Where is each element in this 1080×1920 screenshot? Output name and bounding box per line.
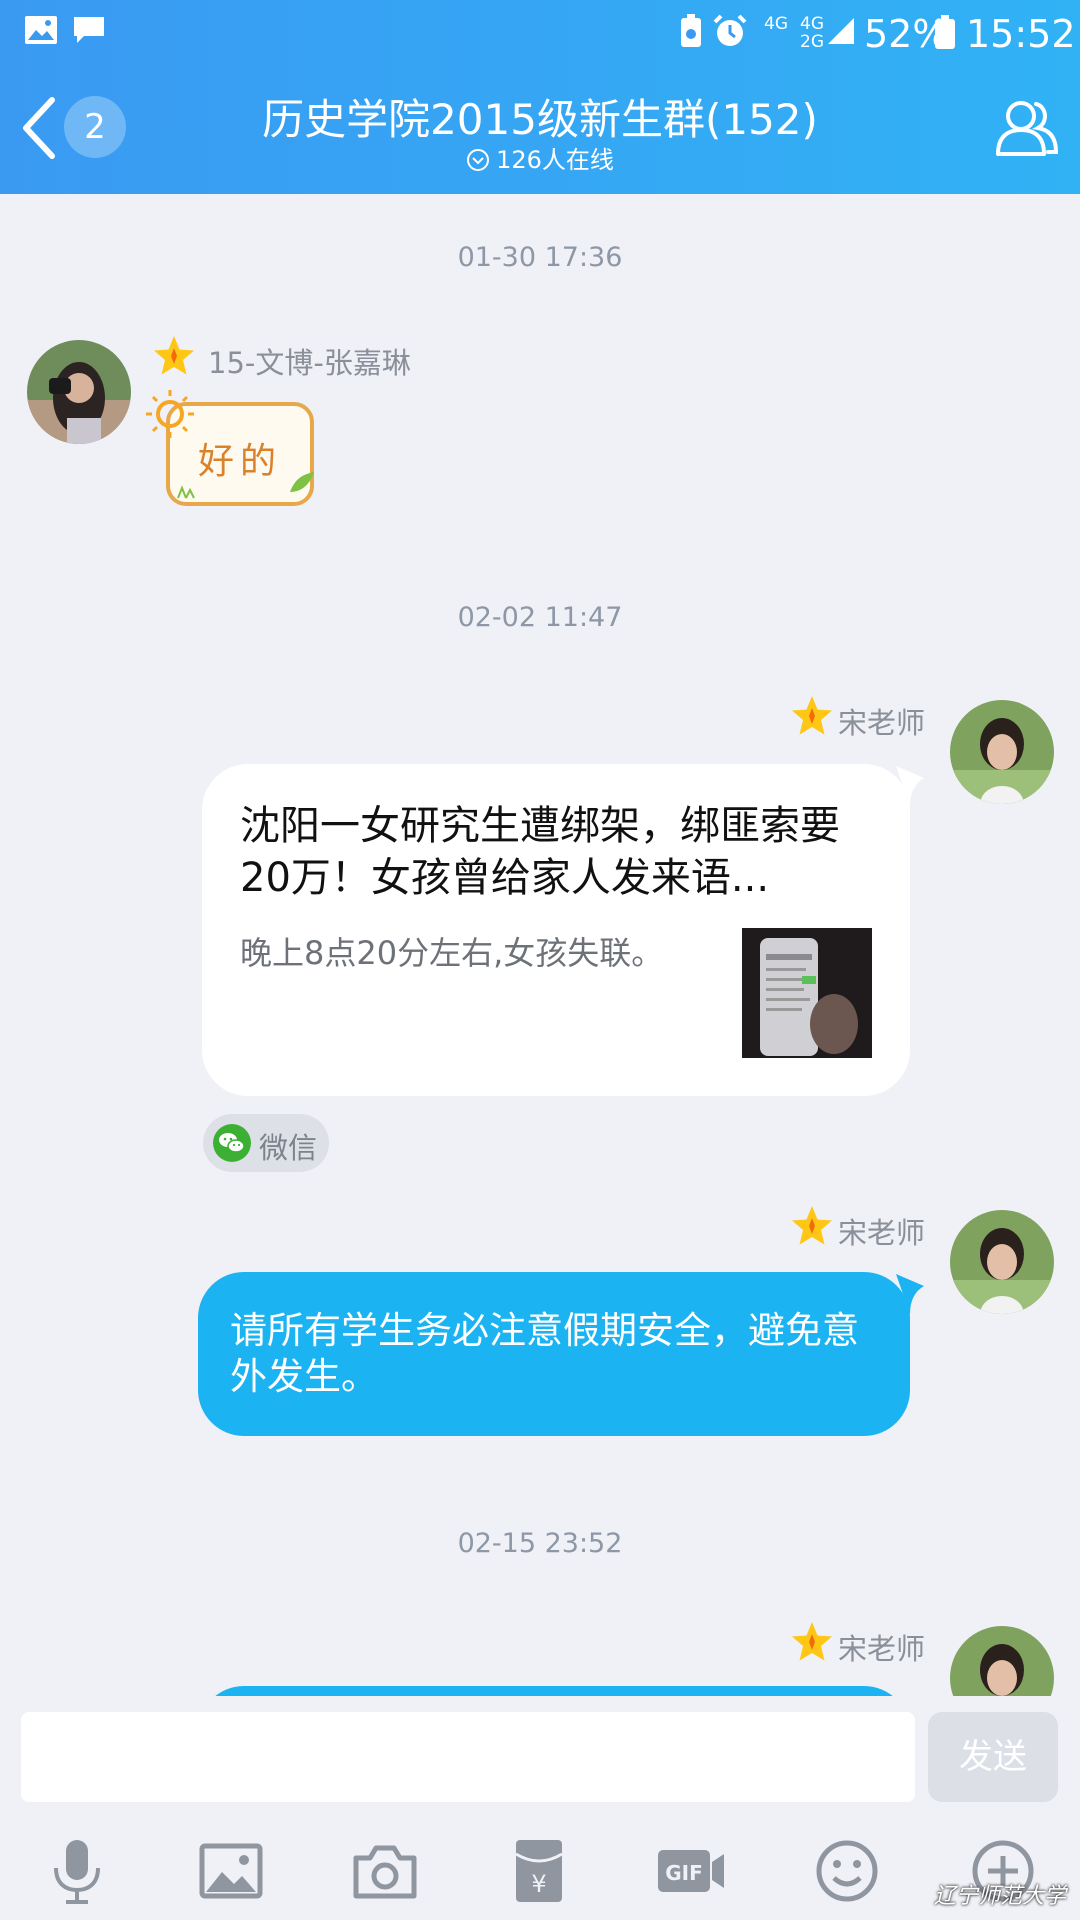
network-4g2g-top: 4G bbox=[800, 14, 824, 34]
avatar[interactable] bbox=[950, 1626, 1054, 1696]
source-tag[interactable]: 微信 bbox=[203, 1114, 329, 1172]
avatar[interactable] bbox=[27, 340, 131, 444]
message-text: 请所有学生务必注意假期安全，避免意外发生。 bbox=[230, 1309, 859, 1398]
bubble-tail bbox=[896, 766, 924, 806]
star-icon bbox=[792, 1206, 832, 1245]
message-input[interactable] bbox=[21, 1712, 915, 1802]
input-area: 发送 ¥ GIF 辽宁师范大学 bbox=[0, 1696, 1080, 1920]
sticker-text: 好的 bbox=[198, 441, 283, 482]
sender-name[interactable]: 宋老师 bbox=[838, 1626, 925, 1668]
gif-icon[interactable]: GIF bbox=[656, 1836, 726, 1906]
sender-name[interactable]: 宋老师 bbox=[838, 1210, 925, 1252]
news-card-summary: 晚上8点20分左右,女孩失联。 bbox=[240, 934, 664, 972]
red-packet-icon[interactable]: ¥ bbox=[504, 1836, 574, 1906]
bubble-tail bbox=[896, 1274, 924, 1314]
message-bubble[interactable] bbox=[198, 1686, 910, 1696]
network-4g-label: 4G bbox=[764, 14, 788, 34]
battery-saver-icon bbox=[681, 14, 701, 47]
battery-icon bbox=[935, 15, 955, 49]
timestamp: 02-02 11:47 bbox=[457, 602, 623, 633]
message-icon bbox=[74, 17, 104, 43]
camera-icon[interactable] bbox=[350, 1836, 420, 1906]
star-icon bbox=[154, 336, 194, 375]
profile-icon[interactable] bbox=[994, 96, 1060, 162]
sticker[interactable]: 好的 bbox=[142, 388, 322, 512]
online-count[interactable]: 126人在线 bbox=[360, 140, 720, 178]
news-card-title: 沈阳一女研究生遭绑架，绑匪索要20万！女孩曾给家人发来语... bbox=[240, 803, 840, 901]
send-button[interactable]: 发送 bbox=[928, 1712, 1058, 1802]
unread-badge[interactable]: 2 bbox=[64, 96, 126, 158]
clock: 15:52 bbox=[966, 12, 1076, 56]
sender-name[interactable]: 15-文博-张嘉琳 bbox=[208, 340, 411, 382]
alarm-icon bbox=[713, 14, 747, 46]
star-icon bbox=[792, 696, 832, 735]
group-title[interactable]: 历史学院2015级新生群(152) bbox=[160, 86, 920, 147]
bubble-clip bbox=[198, 1686, 928, 1696]
news-card-thumbnail bbox=[742, 928, 872, 1058]
avatar[interactable] bbox=[950, 1210, 1054, 1314]
svg-text:¥: ¥ bbox=[531, 1870, 546, 1898]
mic-icon[interactable] bbox=[42, 1836, 112, 1906]
sender-name[interactable]: 宋老师 bbox=[838, 700, 925, 742]
svg-text:GIF: GIF bbox=[665, 1861, 703, 1885]
star-icon bbox=[792, 1622, 832, 1661]
gallery-icon bbox=[25, 16, 57, 44]
watermark: 辽宁师范大学 bbox=[933, 1884, 1066, 1909]
online-label: 126人在线 bbox=[496, 146, 614, 174]
chevron-down-icon bbox=[466, 148, 490, 178]
news-card[interactable]: 沈阳一女研究生遭绑架，绑匪索要20万！女孩曾给家人发来语... 晚上8点20分左… bbox=[202, 764, 910, 1096]
timestamp: 01-30 17:36 bbox=[457, 242, 623, 273]
avatar[interactable] bbox=[950, 700, 1054, 804]
network-4g2g-bottom: 2G bbox=[800, 32, 824, 52]
back-icon[interactable] bbox=[18, 96, 58, 160]
image-icon[interactable] bbox=[196, 1836, 266, 1906]
status-bar: 4G 4G 2G 52% 15:52 bbox=[0, 0, 1080, 64]
header: 4G 4G 2G 52% 15:52 2 历史学院2015级新生群(152) 1… bbox=[0, 0, 1080, 194]
avatar-clip bbox=[950, 1626, 1054, 1696]
emoji-icon[interactable] bbox=[812, 1836, 882, 1906]
message-bubble[interactable]: 请所有学生务必注意假期安全，避免意外发生。 bbox=[198, 1272, 910, 1436]
wechat-icon bbox=[213, 1124, 251, 1162]
timestamp: 02-15 23:52 bbox=[457, 1528, 623, 1559]
signal-icon bbox=[828, 18, 854, 44]
source-label: 微信 bbox=[259, 1131, 318, 1165]
